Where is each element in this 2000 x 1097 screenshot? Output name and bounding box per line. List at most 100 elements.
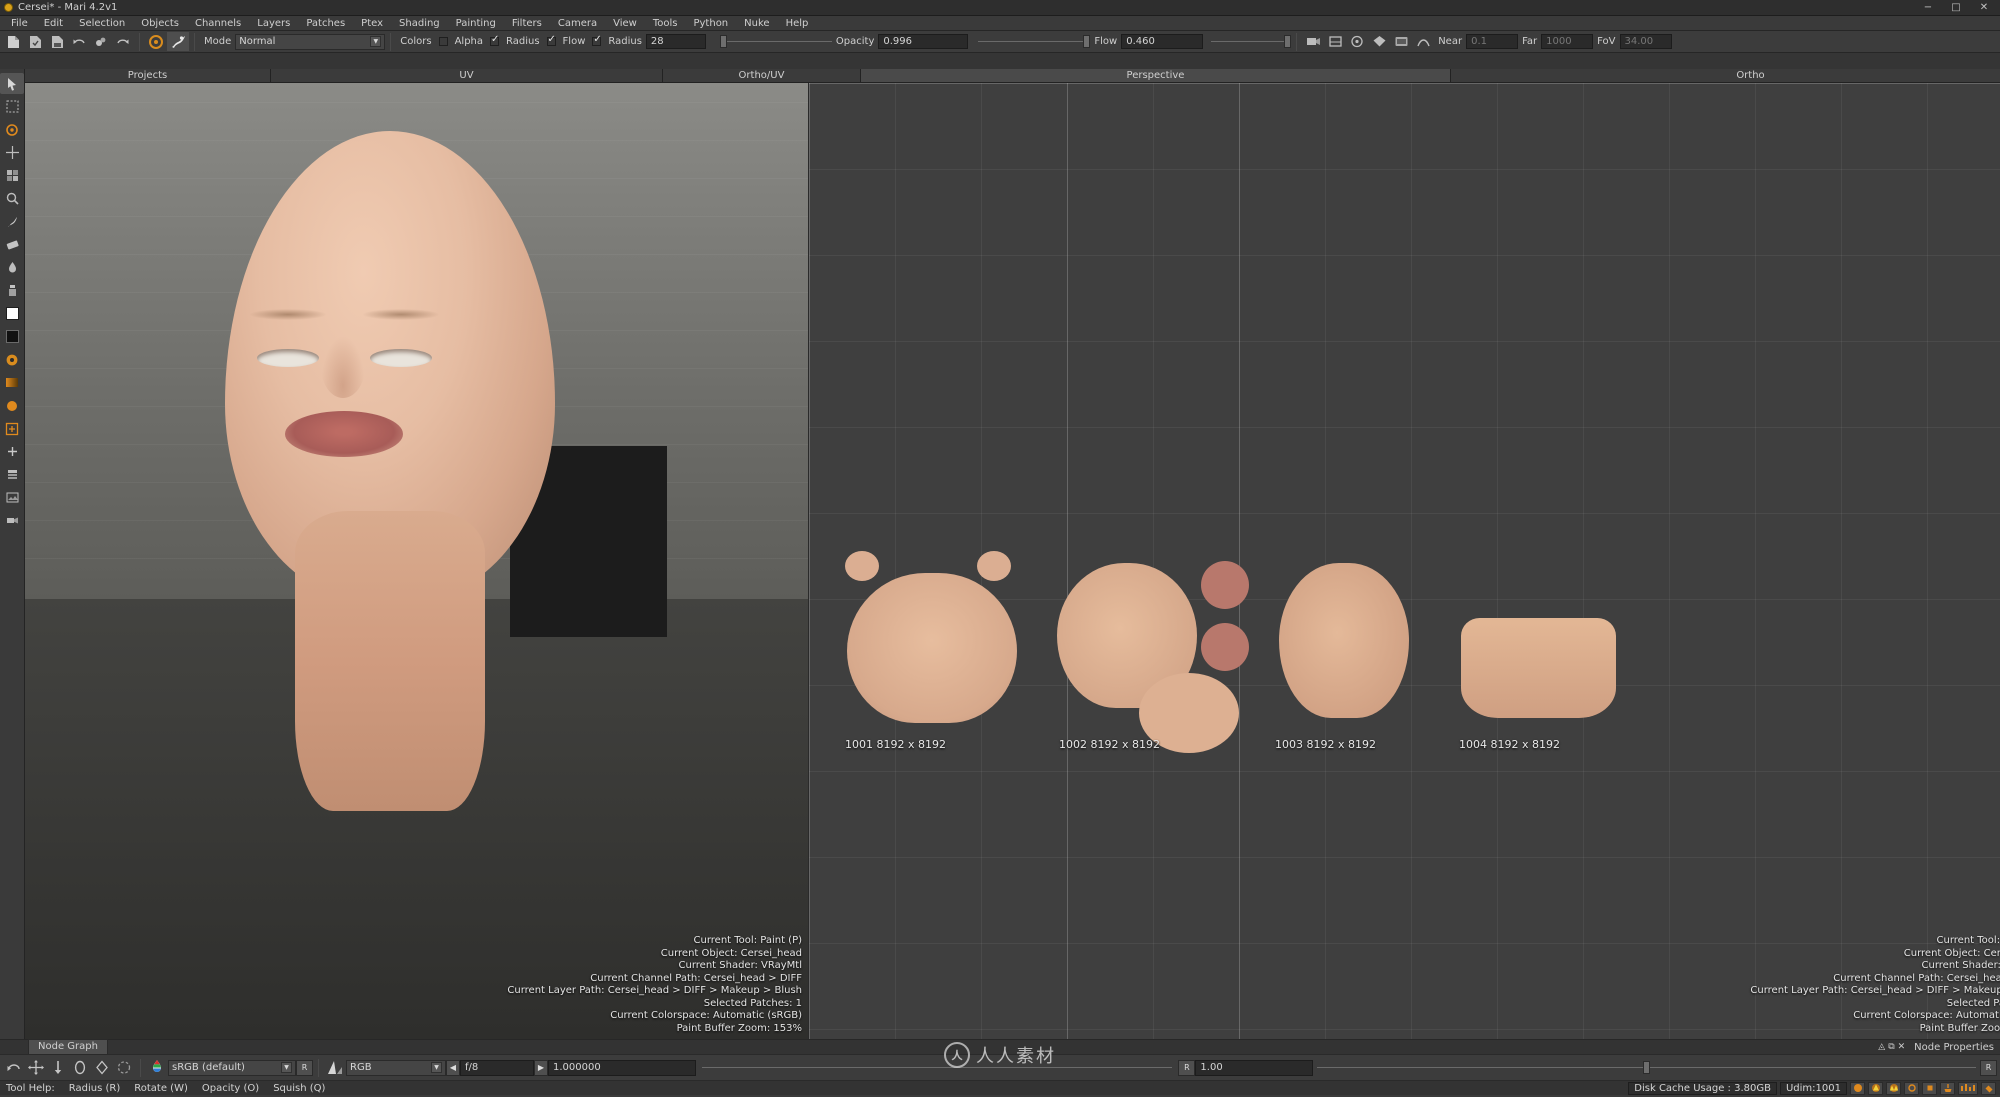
viewport-tab-ortho-uv[interactable]: Ortho/UV	[663, 69, 861, 82]
menu-objects[interactable]: Objects	[133, 16, 187, 31]
menu-filters[interactable]: Filters	[504, 16, 550, 31]
menu-python[interactable]: Python	[685, 16, 736, 31]
menu-tools[interactable]: Tools	[645, 16, 686, 31]
menu-edit[interactable]: Edit	[36, 16, 71, 31]
float-icon[interactable]: ◬	[1878, 1042, 1885, 1052]
viewer-gamma-input[interactable]: 1.00	[1195, 1060, 1313, 1076]
export-icon[interactable]	[1940, 1082, 1955, 1095]
gamma-slider[interactable]	[702, 1061, 1172, 1075]
exposure-input[interactable]: f/8	[460, 1060, 534, 1076]
menu-channels[interactable]: Channels	[187, 16, 249, 31]
far-input[interactable]: 1000	[1541, 34, 1593, 49]
menu-file[interactable]: File	[3, 16, 36, 31]
grid-tool-icon[interactable]	[0, 165, 24, 186]
cache-icon[interactable]	[1850, 1082, 1865, 1095]
marquee-select-icon[interactable]	[0, 96, 24, 117]
brush-tool-icon[interactable]	[0, 211, 24, 232]
minimize-button[interactable]: −	[1922, 2, 1934, 13]
transform-tool-icon[interactable]	[0, 142, 24, 163]
color-black-swatch[interactable]	[0, 326, 24, 347]
close-palette-icon[interactable]: ✕	[1898, 1042, 1906, 1052]
tool-help-item[interactable]: Opacity (O)	[195, 1083, 266, 1094]
transform-buffer-icon[interactable]	[91, 1058, 113, 1077]
paint-brush-icon[interactable]	[167, 32, 189, 51]
gradient-tool-icon[interactable]	[0, 372, 24, 393]
close-button[interactable]: ✕	[1978, 2, 1990, 13]
menu-camera[interactable]: Camera	[550, 16, 605, 31]
blur-tool-icon[interactable]	[0, 257, 24, 278]
paint-bucket-icon[interactable]	[1981, 1082, 1996, 1095]
exposure-increase-button[interactable]: ▶	[534, 1060, 548, 1076]
fov-input[interactable]: 34.00	[1620, 34, 1672, 49]
radius-slider-knob[interactable]	[720, 35, 727, 48]
palette-dot-icon[interactable]	[0, 395, 24, 416]
viewport-tab-uv[interactable]: UV	[271, 69, 663, 82]
ortho-uv-viewport[interactable]: 1001 8192 x 8192 1002 8192 x 8192 1003 8…	[808, 83, 2000, 1039]
menu-help[interactable]: Help	[778, 16, 817, 31]
warning-icon[interactable]	[1868, 1082, 1883, 1095]
uv-patch-ear-a[interactable]	[845, 551, 879, 581]
menu-painting[interactable]: Painting	[448, 16, 504, 31]
progress-icon[interactable]	[1958, 1082, 1978, 1095]
camera-ortho-icon[interactable]	[1324, 32, 1346, 51]
radius-checkbox-2[interactable]	[592, 37, 601, 46]
uv-patch-ear-b[interactable]	[977, 551, 1011, 581]
opacity-slider-knob[interactable]	[1083, 35, 1090, 48]
menu-ptex[interactable]: Ptex	[353, 16, 391, 31]
paint-target-icon[interactable]	[145, 32, 167, 51]
uv-mask-icon[interactable]	[1412, 32, 1434, 51]
open-project-icon[interactable]	[24, 32, 46, 51]
uv-patch-lip-a[interactable]	[1201, 561, 1249, 609]
flow-slider-knob[interactable]	[1284, 35, 1291, 48]
color-white-swatch[interactable]	[0, 303, 24, 324]
viewport-tab-perspective[interactable]: Perspective	[861, 69, 1451, 82]
new-project-icon[interactable]	[2, 32, 24, 51]
rotate-buffer-icon[interactable]	[69, 1058, 91, 1077]
maximize-button[interactable]: □	[1950, 2, 1962, 13]
menu-view[interactable]: View	[605, 16, 645, 31]
gamma-curve-icon[interactable]	[324, 1058, 346, 1077]
tab-node-graph[interactable]: Node Graph	[28, 1039, 108, 1055]
undo-stroke-icon[interactable]	[3, 1058, 25, 1077]
clear-buffer-icon[interactable]	[113, 1058, 135, 1077]
opacity-slider[interactable]	[978, 35, 1090, 49]
viewer-gamma-slider[interactable]	[1317, 1061, 1976, 1075]
colorspace-icon[interactable]	[146, 1058, 168, 1077]
menu-nuke[interactable]: Nuke	[736, 16, 777, 31]
redo-icon[interactable]	[112, 32, 134, 51]
flow-checkbox-1[interactable]	[547, 37, 556, 46]
undo-icon[interactable]	[68, 32, 90, 51]
alerts-icon[interactable]	[1886, 1082, 1901, 1095]
color-picker-icon[interactable]	[0, 349, 24, 370]
uv-patch-head-back[interactable]	[1279, 563, 1409, 718]
menu-selection[interactable]: Selection	[71, 16, 133, 31]
bake-icon[interactable]	[90, 32, 112, 51]
viewport-tab-projects[interactable]: Projects	[25, 69, 271, 82]
layers-stack-icon[interactable]	[0, 464, 24, 485]
move-buffer-icon[interactable]	[25, 1058, 47, 1077]
undock-icon[interactable]: ⧉	[1888, 1042, 1894, 1052]
flow-input[interactable]: 0.460	[1121, 34, 1203, 49]
add-color-icon[interactable]	[0, 418, 24, 439]
image-icon[interactable]	[0, 487, 24, 508]
uv-patch-face[interactable]	[847, 573, 1017, 723]
tool-help-item[interactable]: Squish (Q)	[266, 1083, 332, 1094]
flow-slider[interactable]	[1211, 35, 1291, 49]
opacity-input[interactable]: 0.996	[878, 34, 968, 49]
paint-tool-icon[interactable]	[0, 119, 24, 140]
camera-perspective-icon[interactable]	[1302, 32, 1324, 51]
gamma-input[interactable]: 1.000000	[548, 1060, 696, 1076]
tool-help-item[interactable]: Rotate (W)	[127, 1083, 195, 1094]
clone-tool-icon[interactable]	[0, 280, 24, 301]
viewport-tab-ortho[interactable]: Ortho	[1451, 69, 2000, 82]
uv-patch-lip-b[interactable]	[1201, 623, 1249, 671]
character-head-model[interactable]	[175, 131, 605, 831]
plus-icon[interactable]	[0, 441, 24, 462]
shading-flat-icon[interactable]	[1368, 32, 1390, 51]
menu-patches[interactable]: Patches	[298, 16, 353, 31]
eraser-tool-icon[interactable]	[0, 234, 24, 255]
alpha-checkbox[interactable]	[439, 37, 448, 46]
menu-layers[interactable]: Layers	[249, 16, 298, 31]
viewer-gamma-reset-right[interactable]: R	[1980, 1060, 1997, 1076]
near-input[interactable]: 0.1	[1466, 34, 1518, 49]
